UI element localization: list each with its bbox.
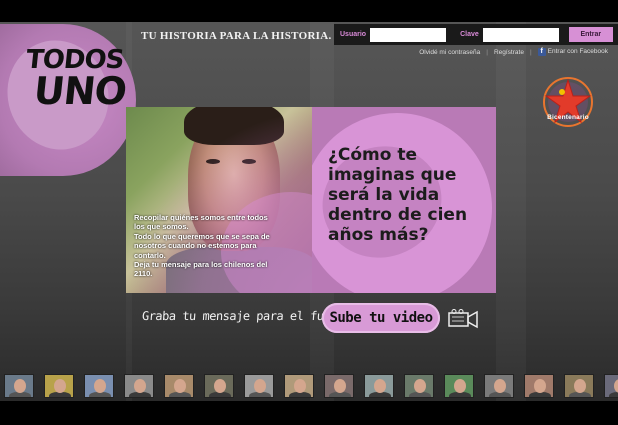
video-thumbnail[interactable]: [4, 374, 34, 398]
register-link[interactable]: Regístrate: [494, 49, 524, 56]
video-thumbnail[interactable]: [564, 374, 594, 398]
video-thumbnail[interactable]: [284, 374, 314, 398]
bicentenario-star-icon: [543, 77, 593, 127]
login-links: Olvidé mi contraseña | Regístrate | f Ent…: [419, 48, 608, 56]
video-thumbnail[interactable]: [204, 374, 234, 398]
feature-question: ¿Cómo te imaginas que será la vida dentr…: [328, 145, 468, 246]
video-thumbnail[interactable]: [524, 374, 554, 398]
video-thumbnail[interactable]: [124, 374, 154, 398]
video-thumbnail[interactable]: [164, 374, 194, 398]
video-thumbnail[interactable]: [604, 374, 618, 398]
password-label: Clave: [460, 31, 479, 38]
facebook-login-link[interactable]: f Entrar con Facebook: [537, 48, 608, 56]
seal-label: Bicentenario: [547, 114, 589, 121]
password-input[interactable]: [482, 27, 559, 42]
feature-caption: Recopilar quiénes somos entre todos los …: [134, 213, 270, 279]
upload-row: Graba tu mensaje para el futuro Sube tu …: [126, 296, 496, 344]
username-input[interactable]: [370, 27, 447, 42]
video-thumbnail[interactable]: [444, 374, 474, 398]
video-thumbnail[interactable]: [84, 374, 114, 398]
video-thumbnail-strip: [0, 374, 618, 400]
logo-wordmark: TODOS UNO: [24, 45, 129, 113]
login-bar: Usuario Clave Entrar: [334, 24, 618, 45]
video-thumbnail[interactable]: [484, 374, 514, 398]
video-camera-icon[interactable]: [448, 309, 478, 329]
login-button[interactable]: Entrar: [568, 27, 613, 42]
feature-panel: Recopilar quiénes somos entre todos los …: [126, 107, 496, 293]
upload-prompt: Graba tu mensaje para el futuro: [141, 309, 351, 323]
feature-photo: Recopilar quiénes somos entre todos los …: [126, 107, 312, 293]
upload-video-button[interactable]: Sube tu video: [322, 303, 440, 333]
facebook-icon: f: [537, 48, 546, 56]
bg-stripe: [496, 22, 526, 401]
video-thumbnail[interactable]: [324, 374, 354, 398]
username-label: Usuario: [340, 31, 367, 38]
bicentenario-seal: Bicentenario: [540, 74, 596, 130]
facebook-login-label: Entrar con Facebook: [547, 48, 608, 55]
tagline: TU HISTORIA PARA LA HISTORIA.: [141, 30, 332, 42]
link-separator: |: [529, 48, 532, 56]
forgot-password-link[interactable]: Olvidé mi contraseña: [419, 49, 480, 56]
link-separator: |: [486, 48, 488, 56]
video-thumbnail[interactable]: [404, 374, 434, 398]
video-thumbnail[interactable]: [364, 374, 394, 398]
video-thumbnail[interactable]: [44, 374, 74, 398]
logo-line-2: UNO: [31, 68, 129, 113]
question-box: ¿Cómo te imaginas que será la vida dentr…: [312, 107, 496, 293]
video-thumbnail[interactable]: [244, 374, 274, 398]
